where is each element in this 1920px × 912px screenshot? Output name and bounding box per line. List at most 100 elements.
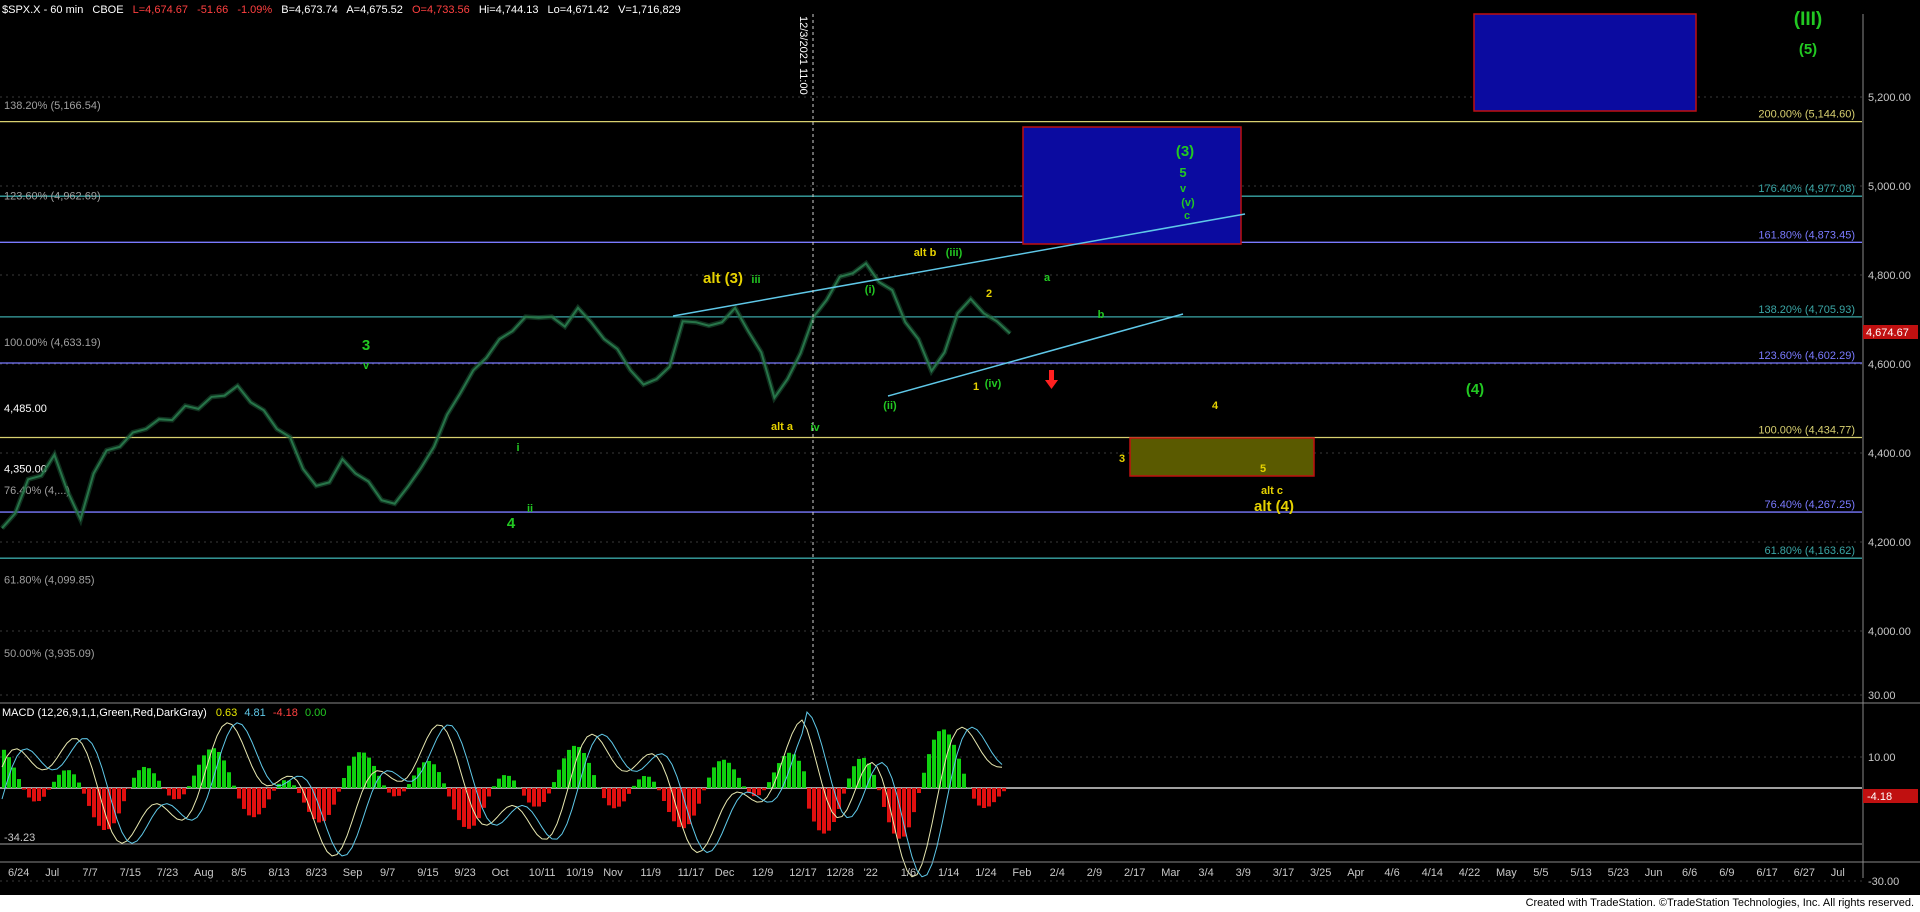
macd-bar bbox=[767, 782, 771, 788]
macd-bar bbox=[137, 770, 141, 788]
target-box-4 bbox=[1129, 437, 1315, 477]
price-tick: 5,200.00 bbox=[1868, 92, 1911, 104]
wave-label-green: (iv) bbox=[985, 378, 1002, 390]
macd-bar bbox=[492, 786, 496, 788]
date-tick: Nov bbox=[603, 867, 623, 879]
date-axis[interactable]: 6/24 Jul 7/7 7/15 7/23 Aug 8/5 8/13 8/23 Sep 9/7 9/… bbox=[0, 861, 1920, 879]
wave-label-green: i bbox=[516, 442, 519, 454]
macd-bar bbox=[737, 777, 741, 788]
macd-bar bbox=[582, 752, 586, 788]
macd-bar bbox=[457, 788, 461, 821]
macd-bar bbox=[917, 788, 921, 794]
macd-bar bbox=[907, 788, 911, 828]
macd-bar bbox=[257, 788, 261, 815]
date-tick: 5/5 bbox=[1533, 867, 1548, 879]
macd-bar bbox=[297, 788, 301, 794]
date-tick: Dec bbox=[715, 867, 735, 879]
fib-label-left: 50.00% (3,935.09) bbox=[4, 648, 95, 660]
wave-label-green: a bbox=[1044, 272, 1051, 284]
macd-bar bbox=[922, 772, 926, 788]
macd-bar bbox=[32, 788, 36, 802]
wave-label-yellow: 1 bbox=[973, 381, 979, 393]
macd-bar bbox=[732, 769, 736, 788]
macd-bar bbox=[12, 767, 16, 788]
date-tick: 5/23 bbox=[1608, 867, 1629, 879]
price-tick: 4,600.00 bbox=[1868, 359, 1911, 371]
macd-bar bbox=[67, 770, 71, 788]
macd-bar bbox=[17, 779, 21, 788]
macd-bar bbox=[437, 772, 441, 788]
fib-label: 123.60% (4,602.29) bbox=[1758, 350, 1855, 362]
wave-label-yellow: alt (4) bbox=[1254, 498, 1294, 515]
macd-bar bbox=[692, 788, 696, 816]
wave-label-green: iv bbox=[810, 422, 820, 434]
footer: Created with TradeStation. ©TradeStation… bbox=[0, 895, 1920, 912]
date-tick: 6/9 bbox=[1719, 867, 1734, 879]
date-tick: 2/4 bbox=[1050, 867, 1065, 879]
macd-bar bbox=[852, 766, 856, 788]
macd-bar bbox=[627, 788, 631, 794]
price-axis[interactable]: 5,200.00 5,000.00 4,800.00 4,600.00 4,400.00… bbox=[1862, 14, 1911, 878]
macd-bar bbox=[132, 777, 136, 788]
fib-label-left: 138.20% (5,166.54) bbox=[4, 100, 101, 112]
wave-label-green: iii bbox=[751, 274, 760, 286]
macd-bar bbox=[937, 731, 941, 788]
macd-tick: 30.00 bbox=[1868, 690, 1896, 702]
macd-bar bbox=[842, 788, 846, 794]
macd-bar bbox=[992, 788, 996, 803]
date-tick: 3/9 bbox=[1236, 867, 1251, 879]
date-tick: 12/17 bbox=[789, 867, 817, 879]
fib-label: 76.40% (4,267.25) bbox=[1764, 499, 1855, 511]
macd-bar bbox=[222, 760, 226, 788]
date-tick: May bbox=[1496, 867, 1517, 879]
macd-bar bbox=[632, 785, 636, 788]
macd-tick: -30.00 bbox=[1868, 876, 1899, 888]
macd-bar bbox=[352, 756, 356, 788]
macd-bar bbox=[177, 788, 181, 799]
macd-bar bbox=[147, 768, 151, 788]
last-price-label: 4,674.67 bbox=[1866, 327, 1909, 339]
macd-bar bbox=[462, 788, 466, 827]
macd-bar bbox=[897, 788, 901, 839]
macd-bar bbox=[642, 776, 646, 788]
macd-bar bbox=[847, 778, 851, 788]
macd-bar bbox=[487, 788, 491, 797]
macd-bar bbox=[512, 780, 516, 788]
macd-bar bbox=[592, 775, 596, 788]
price-tick: 4,200.00 bbox=[1868, 537, 1911, 549]
macd-bar bbox=[912, 788, 916, 813]
date-tick: 6/17 bbox=[1756, 867, 1777, 879]
macd-bar bbox=[757, 788, 761, 796]
wave-label-green: c bbox=[1184, 210, 1190, 222]
macd-bar bbox=[722, 759, 726, 788]
price-tick: 4,800.00 bbox=[1868, 270, 1911, 282]
macd-bar bbox=[262, 788, 266, 808]
price-chart[interactable]: 200.00% (5,144.60)176.40% (4,977.08)161.… bbox=[0, 0, 1920, 912]
macd-bar bbox=[647, 776, 651, 788]
date-tick: 6/6 bbox=[1682, 867, 1697, 879]
date-tick: Oct bbox=[492, 867, 509, 879]
date-tick: 4/22 bbox=[1459, 867, 1480, 879]
fib-label-left: 4,485.00 bbox=[4, 403, 47, 415]
macd-bar bbox=[357, 752, 361, 788]
macd-bar bbox=[712, 767, 716, 788]
price-series bbox=[0, 259, 1012, 530]
macd-bar bbox=[597, 787, 601, 788]
target-boxes bbox=[1022, 13, 1697, 477]
fib-label-left: 61.80% (4,099.85) bbox=[4, 575, 95, 587]
date-tick: 9/23 bbox=[454, 867, 475, 879]
date-tick: 1/6 bbox=[901, 867, 916, 879]
date-tick: 9/15 bbox=[417, 867, 438, 879]
fib-label-left: 123.60% (4,962.69) bbox=[4, 191, 101, 203]
wave-label-green: v bbox=[363, 360, 370, 372]
macd-bar bbox=[942, 729, 946, 788]
macd-title: MACD (12,26,9,1,1,Green,Red,DarkGray) 0.… bbox=[2, 707, 326, 719]
wave-label-green: (i) bbox=[865, 284, 876, 296]
macd-bar bbox=[237, 788, 241, 799]
wave-label-green: ii bbox=[527, 503, 533, 515]
macd-bar bbox=[442, 783, 446, 788]
macd-bar bbox=[77, 782, 81, 788]
wave-label-green: (3) bbox=[1176, 143, 1194, 160]
macd-bar bbox=[182, 788, 186, 795]
macd-last-label: -4.18 bbox=[1867, 791, 1892, 803]
